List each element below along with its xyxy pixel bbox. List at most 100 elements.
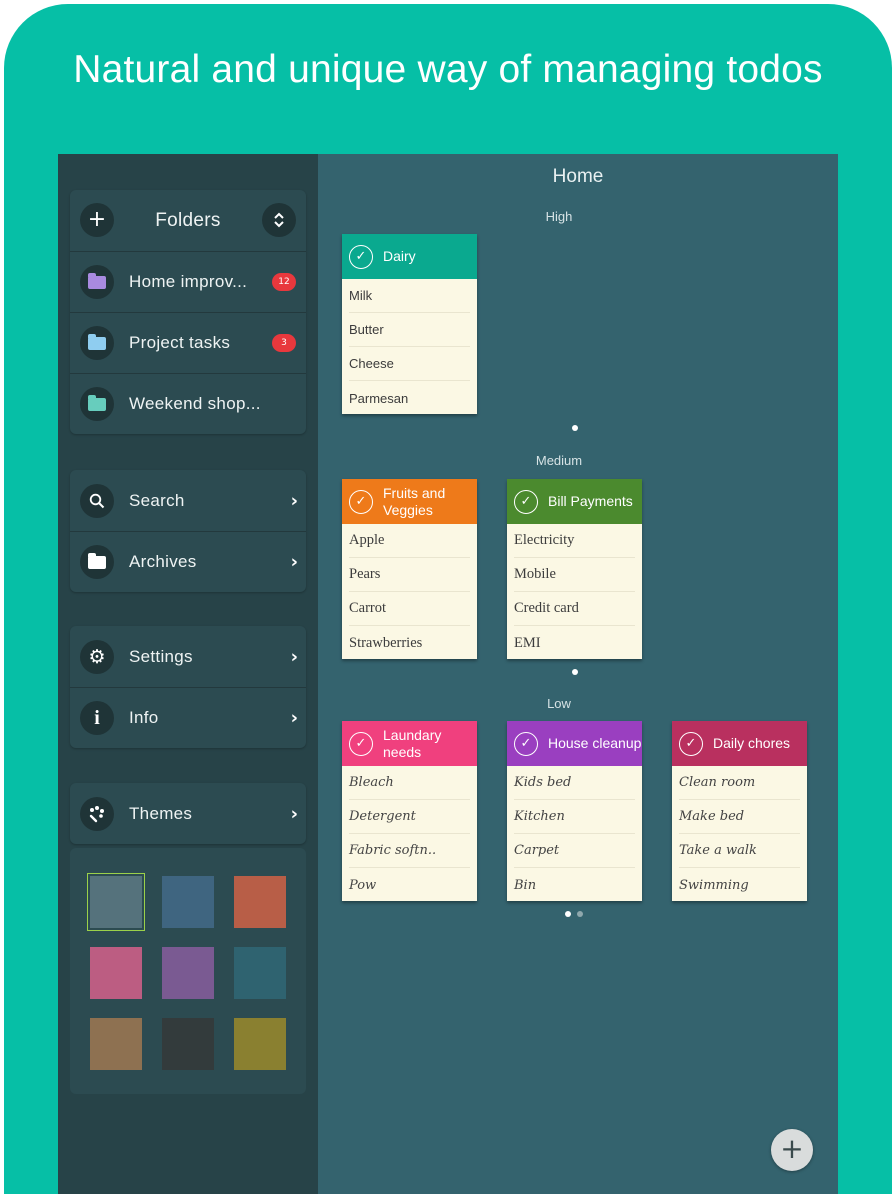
- note-item[interactable]: Mobile: [514, 558, 635, 592]
- folder-icon: [88, 272, 106, 289]
- sidebar-item-label: Settings: [129, 646, 193, 666]
- plus-icon: +: [780, 1132, 804, 1165]
- note-item[interactable]: Parmesan: [349, 381, 470, 415]
- theme-swatch[interactable]: [87, 873, 145, 931]
- theme-swatch[interactable]: [162, 947, 214, 999]
- theme-swatch[interactable]: [234, 1018, 286, 1070]
- note-item[interactable]: Clean room: [679, 766, 800, 800]
- chevron-right-icon: ›: [290, 803, 298, 824]
- add-folder-button[interactable]: +: [80, 203, 114, 237]
- folder-icon-wrap: [80, 387, 114, 421]
- sort-folders-button[interactable]: [262, 203, 296, 237]
- plus-icon: +: [87, 207, 107, 232]
- note-item[interactable]: EMI: [514, 626, 635, 660]
- info-icon-wrap: i: [80, 701, 114, 735]
- folder-icon-wrap: [80, 265, 114, 299]
- note-item[interactable]: Take a walk: [679, 834, 800, 868]
- note-header: ✓ Daily chores: [672, 721, 807, 766]
- sidebar-item-settings[interactable]: ⚙ Settings ›: [70, 626, 306, 687]
- themes-panel: Themes ›: [70, 783, 306, 844]
- sidebar-item-label: Info: [129, 708, 159, 727]
- note-card[interactable]: ✓ House cleanup Kids bed Kitchen Carpet …: [507, 721, 642, 901]
- note-card[interactable]: ✓ Daily chores Clean room Make bed Take …: [672, 721, 807, 901]
- note-item[interactable]: Swimming: [679, 868, 800, 902]
- note-item[interactable]: Butter: [349, 313, 470, 347]
- note-item[interactable]: Electricity: [514, 524, 635, 558]
- note-item[interactable]: Bleach: [349, 766, 470, 800]
- page-indicator-dot-active[interactable]: [565, 911, 571, 917]
- unread-badge: 12: [272, 273, 296, 291]
- gear-icon: ⚙: [88, 645, 106, 668]
- check-circle-icon[interactable]: ✓: [349, 244, 373, 269]
- theme-swatch[interactable]: [234, 876, 286, 928]
- note-item[interactable]: Fabric softn..: [349, 834, 470, 868]
- theme-swatch[interactable]: [90, 947, 142, 999]
- check-circle-icon[interactable]: ✓: [349, 489, 373, 514]
- folder-item-weekend-shopping[interactable]: Weekend shop...: [70, 373, 306, 434]
- search-icon-wrap: [80, 483, 114, 518]
- folder-label: Home improv...: [129, 272, 248, 291]
- note-title: Daily chores: [713, 735, 791, 751]
- page-indicator-dot: [572, 425, 578, 431]
- check-circle-icon[interactable]: ✓: [514, 731, 538, 756]
- note-item[interactable]: Detergent: [349, 800, 470, 834]
- add-list-button[interactable]: +: [771, 1129, 813, 1171]
- folders-title: Folders: [155, 209, 221, 231]
- note-item[interactable]: Make bed: [679, 800, 800, 834]
- folder-item-home-improvement[interactable]: Home improv... 12: [70, 251, 306, 312]
- note-card[interactable]: ✓ Bill Payments Electricity Mobile Credi…: [507, 479, 642, 659]
- check-circle-icon[interactable]: ✓: [514, 489, 538, 514]
- note-header: ✓ Bill Payments: [507, 479, 642, 524]
- note-title: House cleanup: [548, 735, 642, 751]
- sidebar-item-label: Archives: [129, 552, 197, 571]
- app-screen: + Folders Home improv... 12 Project task…: [58, 154, 838, 1194]
- folder-icon: [88, 394, 106, 411]
- sidebar-item-label: Themes: [129, 803, 193, 823]
- sidebar-item-themes[interactable]: Themes ›: [70, 783, 306, 844]
- sidebar-item-info[interactable]: i Info ›: [70, 687, 306, 748]
- chevron-right-icon: ›: [290, 551, 298, 573]
- note-item[interactable]: Carrot: [349, 592, 470, 626]
- palette-icon: [89, 805, 104, 822]
- note-title: Bill Payments: [548, 493, 633, 509]
- note-item[interactable]: Bin: [514, 868, 635, 902]
- page-indicator-dot[interactable]: [577, 911, 583, 917]
- board: Home High ✓ Dairy Milk Butter Cheese Par…: [318, 154, 838, 1194]
- note-item[interactable]: Cheese: [349, 347, 470, 381]
- note-item[interactable]: Credit card: [514, 592, 635, 626]
- folder-item-project-tasks[interactable]: Project tasks 3: [70, 312, 306, 373]
- note-card[interactable]: ✓ Dairy Milk Butter Cheese Parmesan: [342, 234, 477, 414]
- folder-icon-wrap: [80, 545, 114, 579]
- note-item[interactable]: Strawberries: [349, 626, 470, 660]
- sidebar-item-search[interactable]: Search ›: [70, 470, 306, 531]
- palette-icon-wrap: [80, 796, 114, 831]
- check-circle-icon[interactable]: ✓: [349, 731, 373, 756]
- section-label-high: High: [545, 209, 573, 224]
- note-item[interactable]: Kids bed: [514, 766, 635, 800]
- note-card[interactable]: ✓ Fruits and Veggies Apple Pears Carrot …: [342, 479, 477, 659]
- folder-icon: [88, 552, 106, 569]
- note-item[interactable]: Carpet: [514, 834, 635, 868]
- note-title: Laundary needs: [383, 726, 442, 760]
- note-card[interactable]: ✓ Laundary needs Bleach Detergent Fabric…: [342, 721, 477, 901]
- note-item[interactable]: Pears: [349, 558, 470, 592]
- theme-swatch[interactable]: [234, 947, 286, 999]
- note-item[interactable]: Apple: [349, 524, 470, 558]
- theme-swatch[interactable]: [162, 876, 214, 928]
- misc-panel: ⚙ Settings › i Info ›: [70, 626, 306, 748]
- board-title: Home: [552, 166, 604, 187]
- gear-icon-wrap: ⚙: [80, 639, 114, 674]
- note-item[interactable]: Pow: [349, 868, 470, 902]
- theme-swatch[interactable]: [90, 1018, 142, 1070]
- folder-label: Weekend shop...: [129, 394, 261, 413]
- note-item[interactable]: Milk: [349, 279, 470, 313]
- note-item[interactable]: Kitchen: [514, 800, 635, 834]
- note-header: ✓ Dairy: [342, 234, 477, 279]
- unread-badge: 3: [272, 334, 296, 352]
- section-label-medium: Medium: [535, 453, 583, 468]
- theme-swatch[interactable]: [162, 1018, 214, 1070]
- sidebar-item-archives[interactable]: Archives ›: [70, 531, 306, 592]
- check-circle-icon[interactable]: ✓: [679, 731, 703, 756]
- note-header: ✓ Laundary needs: [342, 721, 477, 766]
- sidebar: + Folders Home improv... 12 Project task…: [58, 154, 318, 1194]
